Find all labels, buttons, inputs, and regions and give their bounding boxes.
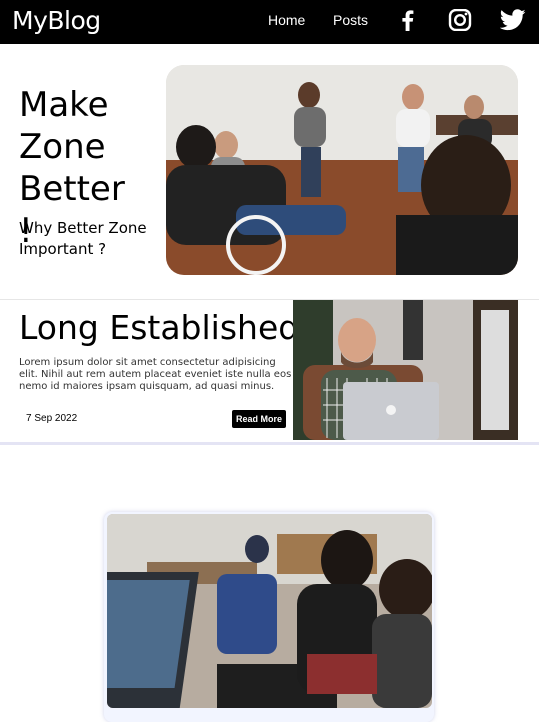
instagram-icon[interactable] (448, 9, 472, 31)
post-date: 7 Sep 2022 (26, 413, 78, 424)
section-divider (0, 442, 539, 445)
post-title[interactable]: Long Established (19, 307, 299, 349)
card-image-coworkers (107, 514, 432, 708)
nav-link-posts[interactable]: Posts (333, 11, 368, 29)
post-image-man-laptop (293, 300, 518, 440)
hero-subtitle: Why Better Zone Important ? (19, 219, 147, 258)
top-navbar: MyBlog Home Posts (0, 0, 539, 44)
facebook-icon[interactable] (399, 9, 415, 31)
hero-image-group-discussion (166, 65, 518, 275)
twitter-icon[interactable] (500, 9, 526, 31)
read-more-button[interactable]: Read More (232, 410, 286, 428)
site-logo[interactable]: MyBlog (12, 5, 101, 37)
post-excerpt: Lorem ipsum dolor sit amet consectetur a… (19, 357, 292, 392)
nav-link-home[interactable]: Home (268, 11, 305, 29)
